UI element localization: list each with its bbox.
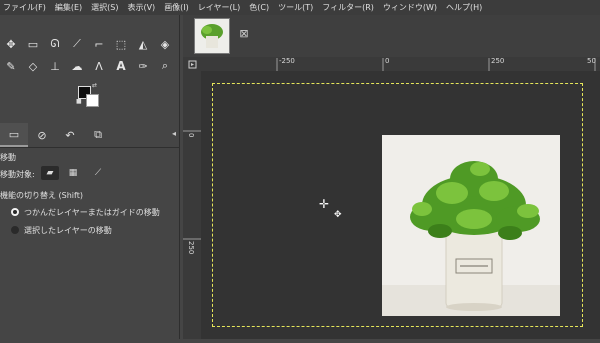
lasso-tool-icon[interactable]: ᘏ: [44, 33, 66, 55]
plant-thumbnail-graphic: [195, 19, 229, 53]
ruler-label: 0: [385, 57, 390, 65]
tab-tool-options[interactable]: ▭: [0, 123, 28, 147]
paintbrush-tool-icon[interactable]: ✎: [0, 55, 22, 77]
smudge-tool-icon[interactable]: ◈: [154, 33, 176, 55]
plant-photo-graphic: [382, 135, 560, 316]
ruler-label: -250: [279, 57, 295, 65]
move-tool-icon[interactable]: ✥: [0, 33, 22, 55]
paths-tool-icon[interactable]: ᐱ: [88, 55, 110, 77]
vertical-ruler-ticks: [183, 130, 201, 240]
clone-tool-icon[interactable]: ⊥: [44, 55, 66, 77]
ruler-label: 0: [187, 133, 195, 138]
background-color[interactable]: [86, 94, 99, 107]
horizontal-ruler-ticks: [276, 58, 596, 72]
swap-colors-icon[interactable]: ⇄: [92, 82, 97, 89]
color-swatches[interactable]: ⇄ ■: [76, 82, 100, 107]
tab-device-status[interactable]: ⊘: [28, 123, 56, 147]
menu-tools[interactable]: ツール(T): [278, 2, 313, 13]
toolbox-row-2: ✎ ◇ ⊥ ☁ ᐱ A ✑ ⌕: [0, 55, 176, 77]
move-active-layer-label[interactable]: 選択したレイヤーの移動: [24, 225, 112, 236]
toolbox-row-1: ✥ ▭ ᘏ ⟋ ⌐ ⬚ ◭ ◈: [0, 33, 176, 55]
plant-photo[interactable]: [382, 135, 560, 316]
move-path-mode-button[interactable]: ⟋: [89, 166, 107, 180]
reset-colors-icon[interactable]: ■: [76, 98, 82, 105]
panel-menu-icon[interactable]: ◂: [172, 129, 176, 138]
pick-layer-radio[interactable]: [11, 208, 19, 216]
move-active-layer-radio[interactable]: [11, 226, 19, 234]
bucket-fill-tool-icon[interactable]: ◭: [132, 33, 154, 55]
text-tool-icon[interactable]: A: [110, 55, 132, 77]
move-cursor-icon: ✛: [319, 197, 330, 211]
menu-colors[interactable]: 色(C): [249, 2, 269, 13]
tab-undo-history[interactable]: ↶: [56, 123, 84, 147]
toggle-behavior-label: 機能の切り替え (Shift): [0, 191, 83, 200]
zoom-tool-icon[interactable]: ⌕: [154, 55, 176, 77]
menu-layer[interactable]: レイヤー(L): [198, 2, 240, 13]
crop-tool-icon[interactable]: ⌐: [88, 33, 110, 55]
eraser-tool-icon[interactable]: ◇: [22, 55, 44, 77]
move-target-label: 移動対象:: [0, 170, 35, 179]
pick-layer-label[interactable]: つかんだレイヤーまたはガイドの移動: [24, 207, 160, 218]
horizontal-ruler[interactable]: -250 0 250 50: [201, 57, 600, 72]
menu-filters[interactable]: フィルター(R): [322, 2, 374, 13]
menu-edit[interactable]: 編集(E): [55, 2, 82, 13]
unified-transform-tool-icon[interactable]: ⬚: [110, 33, 132, 55]
image-canvas[interactable]: ✛ ✥: [201, 71, 600, 339]
quick-mask-icon: [188, 60, 197, 69]
menu-file[interactable]: ファイル(F): [3, 2, 46, 13]
warp-tool-icon[interactable]: ☁: [66, 55, 88, 77]
dock-tabs: ▭ ⊘ ↶ ⧉ ◂: [0, 123, 180, 148]
move-crosshair-icon: ✥: [334, 210, 342, 220]
move-layer-mode-button[interactable]: ▰: [41, 166, 59, 180]
menu-select[interactable]: 選択(S): [91, 2, 118, 13]
ruler-label: 250: [187, 241, 195, 255]
menu-help[interactable]: ヘルプ(H): [446, 2, 482, 13]
tab-images[interactable]: ⧉: [84, 123, 112, 147]
ruler-corner[interactable]: [183, 57, 201, 71]
left-dock: ✥ ▭ ᘏ ⟋ ⌐ ⬚ ◭ ◈ ✎ ◇ ⊥ ☁ ᐱ A ✑ ⌕ ⇄ ■ ▭ ⊘ …: [0, 15, 180, 339]
move-selection-mode-button[interactable]: ▦: [64, 166, 82, 180]
fuzzy-select-tool-icon[interactable]: ⟋: [66, 33, 88, 55]
image-tab-bar: ⊠: [183, 15, 600, 58]
close-image-icon[interactable]: ⊠: [238, 28, 250, 40]
menu-image[interactable]: 画像(I): [164, 2, 189, 13]
image-thumbnail[interactable]: [194, 18, 230, 54]
vertical-ruler[interactable]: 0 250: [183, 71, 201, 339]
rect-select-tool-icon[interactable]: ▭: [22, 33, 44, 55]
menubar: ファイル(F) 編集(E) 選択(S) 表示(V) 画像(I) レイヤー(L) …: [0, 0, 600, 15]
tool-options-title: 移動: [0, 153, 16, 162]
menu-windows[interactable]: ウィンドウ(W): [383, 2, 437, 13]
color-picker-tool-icon[interactable]: ✑: [132, 55, 154, 77]
ruler-label: 50: [587, 57, 596, 65]
ruler-label: 250: [491, 57, 505, 65]
menu-view[interactable]: 表示(V): [127, 2, 155, 13]
